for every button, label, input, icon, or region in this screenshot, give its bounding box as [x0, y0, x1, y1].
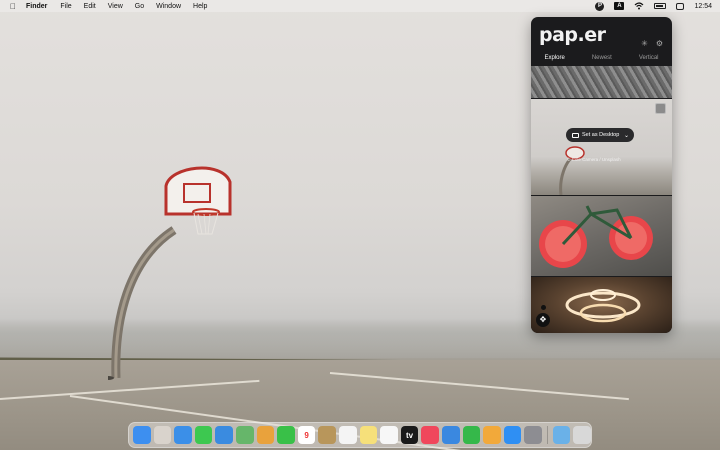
photo-credit[interactable]: © Cole Camera / Unsplash	[567, 157, 621, 162]
battery-icon[interactable]	[654, 3, 667, 9]
tab-newest[interactable]: Newest	[592, 53, 612, 67]
finder-icon[interactable]	[133, 426, 151, 444]
status-area: P A 12:54	[595, 0, 712, 12]
maps-icon[interactable]	[235, 426, 254, 444]
chevron-down-icon[interactable]: ⌄	[624, 132, 629, 139]
menu-edit[interactable]: Edit	[84, 3, 96, 10]
downloads-folder-icon[interactable]	[552, 426, 571, 444]
messages-icon[interactable]	[194, 426, 213, 444]
input-source-icon[interactable]: A	[614, 2, 625, 10]
wallpaper-thumbnail-selected[interactable]	[531, 99, 672, 196]
move-button[interactable]: ✥	[536, 313, 550, 327]
wallpaper-thumbnail[interactable]	[531, 66, 672, 98]
monitor-icon	[572, 132, 579, 138]
dock: 9 tv	[128, 422, 592, 448]
appstore-icon[interactable]	[503, 426, 522, 444]
tv-icon[interactable]: tv	[400, 426, 419, 444]
notes-icon[interactable]	[359, 426, 378, 444]
set-as-desktop-label: Set as Desktop	[582, 132, 620, 138]
numbers-icon[interactable]	[462, 426, 481, 444]
freeform-icon[interactable]	[380, 426, 398, 444]
facetime-icon[interactable]	[277, 426, 295, 444]
music-icon[interactable]	[421, 426, 439, 444]
dock-separator	[546, 426, 548, 444]
tab-bar: Explore Newest Vertical	[531, 53, 672, 69]
menu-help[interactable]: Help	[193, 3, 207, 10]
wallpaper-thumbnail[interactable]	[531, 196, 672, 276]
menu-go[interactable]: Go	[135, 3, 144, 10]
grid-view-button[interactable]	[655, 103, 666, 114]
paper-status-icon[interactable]: P	[595, 1, 605, 11]
menu-clock[interactable]: 12:54	[694, 3, 712, 10]
launchpad-icon[interactable]	[153, 426, 172, 444]
menu-file[interactable]: File	[60, 3, 71, 10]
reminders-icon[interactable]	[338, 426, 357, 444]
keynote-icon[interactable]	[441, 426, 460, 444]
trash-icon[interactable]	[573, 426, 592, 444]
mail-icon[interactable]	[215, 426, 233, 444]
menu-app-name[interactable]: Finder	[26, 3, 47, 10]
contacts-icon[interactable]	[318, 426, 336, 444]
hoop-backboard	[164, 166, 232, 235]
settings-icon[interactable]	[524, 426, 542, 444]
safari-icon[interactable]	[174, 426, 192, 444]
photos-icon[interactable]	[256, 426, 275, 444]
tab-vertical[interactable]: Vertical	[639, 53, 659, 67]
paper-logo: pap.er	[539, 24, 606, 46]
wifi-icon[interactable]	[634, 2, 644, 10]
wallpaper-thumbnail[interactable]	[531, 277, 672, 333]
pages-icon[interactable]	[483, 426, 501, 444]
menu-window[interactable]: Window	[156, 3, 181, 10]
menu-bar:  Finder File Edit View Go Window Help P…	[0, 0, 720, 12]
paper-popover: pap.er ✳ ⚙ Explore Newest Vertical	[531, 17, 672, 333]
gear-icon[interactable]: ⚙	[655, 39, 664, 48]
sparkle-icon[interactable]: ✳	[640, 39, 649, 48]
calendar-icon[interactable]: 9	[297, 426, 316, 444]
set-as-desktop-button[interactable]: Set as Desktop ⌄	[566, 128, 634, 142]
tab-explore[interactable]: Explore	[544, 53, 565, 69]
scroll-indicator	[541, 305, 546, 310]
menu-view[interactable]: View	[108, 3, 123, 10]
apple-menu-icon[interactable]: 	[0, 2, 26, 11]
control-center-icon[interactable]	[676, 2, 685, 10]
